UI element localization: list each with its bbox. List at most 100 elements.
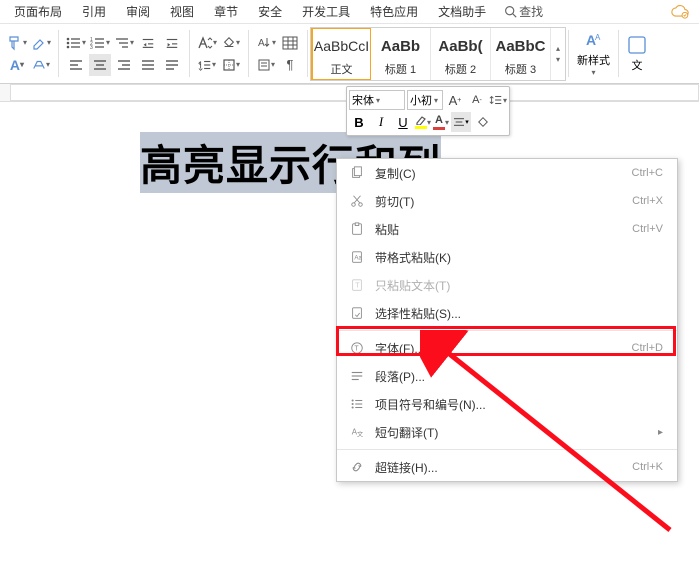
cmenu-paste-text: T 只粘贴文本(T) [337, 271, 677, 299]
search-label: 查找 [519, 3, 543, 20]
new-style-icon: AA [584, 30, 604, 50]
style-heading3[interactable]: AaBbC 标题 3 [491, 28, 551, 80]
multilevel-button[interactable]: ▾ [113, 32, 135, 54]
style-heading1[interactable]: AaBb 标题 1 [371, 28, 431, 80]
cmenu-separator [337, 330, 677, 331]
increase-font-button[interactable]: A+ [445, 90, 465, 110]
cmenu-label: 短句翻译(T) [375, 424, 648, 441]
new-style-button[interactable]: AA 新样式▾ [571, 24, 616, 83]
menu-item[interactable]: 章节 [204, 3, 248, 20]
shading-mini-button[interactable] [473, 112, 493, 132]
line-spacing-mini[interactable]: ▾ [489, 93, 507, 107]
bold-button[interactable]: B [349, 112, 369, 132]
menu-item[interactable]: 审阅 [116, 3, 160, 20]
text-tools-label: 文 [632, 57, 643, 73]
menu-item[interactable]: 安全 [248, 3, 292, 20]
style-preview: AaBb [381, 31, 420, 61]
mini-toolbar: 宋体▾ 小初▾ A+ A- ▾ B I U ▾ A▾ ▾ [346, 86, 510, 136]
styles-gallery: AaBbCcI 正文 AaBb 标题 1 AaBb( 标题 2 AaBbC 标题… [310, 27, 566, 81]
cmenu-paragraph[interactable]: 段落(P)... [337, 362, 677, 390]
borders-button[interactable]: ▾ [220, 54, 242, 76]
cmenu-translate[interactable]: A文 短句翻译(T) ▸ [337, 418, 677, 446]
cmenu-paste-special[interactable]: 选择性粘贴(S)... [337, 299, 677, 327]
font-color-button[interactable]: A▾ [433, 114, 449, 130]
align-mini-button[interactable]: ▾ [451, 112, 471, 132]
size-combo[interactable]: 小初▾ [407, 90, 443, 110]
cmenu-shortcut: Ctrl+V [632, 223, 663, 235]
style-name: 标题 2 [445, 61, 476, 77]
italic-button[interactable]: I [371, 112, 391, 132]
align-center-button[interactable] [89, 54, 111, 76]
font-combo[interactable]: 宋体▾ [349, 90, 405, 110]
copy-icon [347, 166, 367, 180]
style-normal[interactable]: AaBbCcI 正文 [311, 28, 371, 80]
shading-button[interactable]: ▾ [220, 32, 242, 54]
char-scale-button[interactable]: ▾ [196, 32, 218, 54]
line-spacing-button[interactable]: ▾ [196, 54, 218, 76]
cmenu-label: 只粘贴文本(T) [375, 277, 663, 294]
menu-item[interactable]: 引用 [72, 3, 116, 20]
underline-button[interactable]: U [393, 112, 413, 132]
align-left-button[interactable] [65, 54, 87, 76]
translate-icon: A文 [347, 425, 367, 439]
align-right-button[interactable] [113, 54, 135, 76]
svg-text:文: 文 [357, 430, 363, 438]
menu-item[interactable]: 页面布局 [4, 3, 72, 20]
cmenu-copy[interactable]: 复制(C) Ctrl+C [337, 159, 677, 187]
search-button[interactable]: 查找 [496, 3, 551, 20]
cmenu-label: 超链接(H)... [375, 459, 632, 476]
cloud-sync-button[interactable] [671, 5, 695, 19]
table-button[interactable] [279, 32, 301, 54]
align-distributed-button[interactable] [161, 54, 183, 76]
highlight-button[interactable]: ▾ [30, 54, 52, 76]
paste-text-icon: T [347, 278, 367, 292]
style-name: 标题 1 [385, 61, 416, 77]
menu-item[interactable]: 特色应用 [360, 3, 428, 20]
numbering-button[interactable]: 123▾ [89, 32, 111, 54]
new-style-label: 新样式 [577, 52, 610, 68]
font-icon: T [347, 341, 367, 355]
context-menu: 复制(C) Ctrl+C 剪切(T) Ctrl+X 粘贴 Ctrl+V Aa 带… [336, 158, 678, 482]
cmenu-hyperlink[interactable]: 超链接(H)... Ctrl+K [337, 453, 677, 481]
style-heading2[interactable]: AaBb( 标题 2 [431, 28, 491, 80]
paragraph-mark-button[interactable]: ¶ [279, 54, 301, 76]
size-combo-value: 小初 [410, 92, 432, 108]
menu-item[interactable]: 视图 [160, 3, 204, 20]
highlight-color-button[interactable]: ▾ [415, 115, 431, 129]
style-name: 正文 [331, 61, 353, 77]
paste-icon [347, 222, 367, 236]
style-preview: AaBbCcI [314, 31, 369, 61]
cut-icon [347, 194, 367, 208]
paste-special-icon [347, 306, 367, 320]
cmenu-bullets[interactable]: 项目符号和编号(N)... [337, 390, 677, 418]
cmenu-paste[interactable]: 粘贴 Ctrl+V [337, 215, 677, 243]
clear-format-button[interactable]: ▾ [30, 32, 52, 54]
cmenu-paste-format[interactable]: Aa 带格式粘贴(K) [337, 243, 677, 271]
decrease-font-button[interactable]: A- [467, 90, 487, 110]
cmenu-label: 带格式粘贴(K) [375, 249, 663, 266]
svg-text:A: A [595, 33, 601, 42]
text-direction-button[interactable]: A▾ [255, 32, 277, 54]
text-tools-button[interactable]: 文 [621, 24, 653, 83]
increase-indent-button[interactable] [161, 32, 183, 54]
ribbon-toolbar: ▾ ▾ A▾ ▾ ▾ 123▾ ▾ ▾ ▾ ▾ [0, 24, 699, 84]
cmenu-font[interactable]: T 字体(F)... Ctrl+D [337, 334, 677, 362]
text-tools-icon [627, 35, 647, 55]
align-justify-button[interactable] [137, 54, 159, 76]
styles-more-button[interactable]: ▴▾ [551, 28, 565, 80]
font-button[interactable]: A▾ [6, 54, 28, 76]
text-effects-button[interactable]: ▾ [255, 54, 277, 76]
cmenu-separator [337, 449, 677, 450]
menu-item[interactable]: 文档助手 [428, 3, 496, 20]
cmenu-shortcut: Ctrl+C [632, 167, 663, 179]
cmenu-shortcut: Ctrl+K [632, 461, 663, 473]
cmenu-label: 段落(P)... [375, 368, 663, 385]
cmenu-label: 选择性粘贴(S)... [375, 305, 663, 322]
bullets-button[interactable]: ▾ [65, 32, 87, 54]
decrease-indent-button[interactable] [137, 32, 159, 54]
format-painter-button[interactable]: ▾ [6, 32, 28, 54]
chevron-right-icon: ▸ [658, 427, 663, 438]
menu-item[interactable]: 开发工具 [292, 3, 360, 20]
svg-text:T: T [355, 283, 360, 290]
cmenu-cut[interactable]: 剪切(T) Ctrl+X [337, 187, 677, 215]
